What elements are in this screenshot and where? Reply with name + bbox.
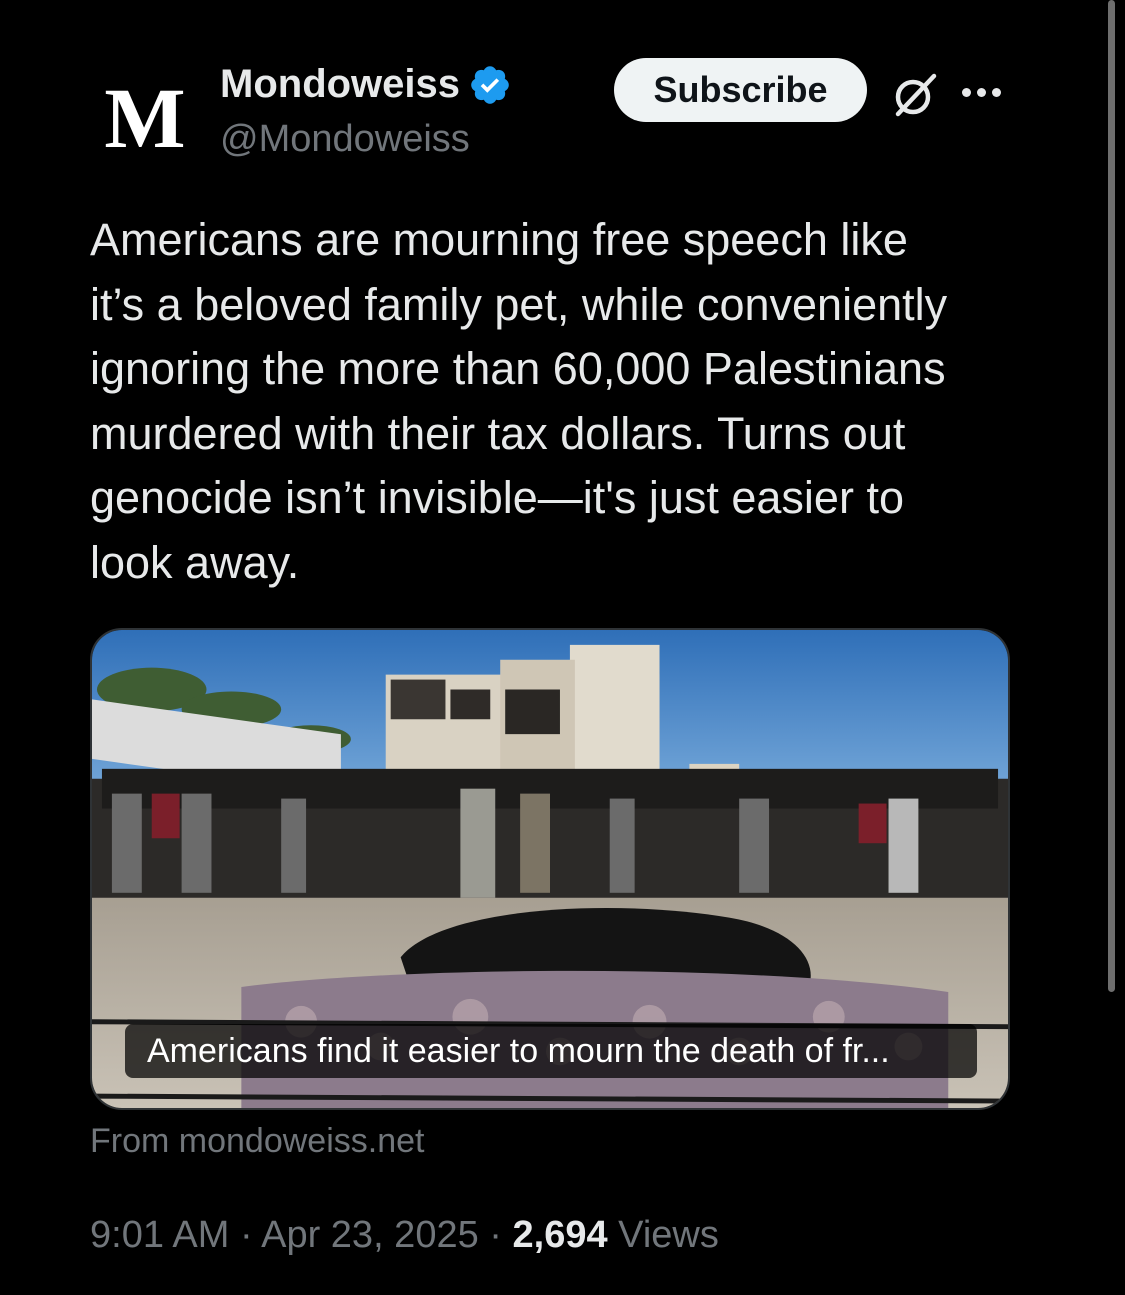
subscribe-button[interactable]: Subscribe: [614, 58, 867, 122]
card-caption: Americans find it easier to mourn the de…: [125, 1024, 977, 1078]
tweet-text: Americans are mourning free speech like …: [90, 214, 948, 588]
link-card[interactable]: Americans find it easier to mourn the de…: [90, 628, 1010, 1110]
card-source[interactable]: From mondoweiss.net: [90, 1122, 424, 1161]
more-options-icon[interactable]: [962, 84, 1010, 100]
grok-icon[interactable]: [890, 70, 940, 120]
more-dot: [992, 87, 1001, 97]
verified-badge-icon: [471, 65, 509, 104]
scrollbar[interactable]: [1108, 0, 1115, 992]
more-dot: [962, 87, 971, 97]
avatar[interactable]: M: [96, 70, 192, 166]
more-dot: [977, 87, 986, 97]
tweet-meta: 9:01 AM · Apr 23, 2025 · 2,694 Views: [90, 1214, 719, 1257]
author-name-row: Mondoweiss: [220, 62, 512, 107]
views-label: Views: [618, 1214, 719, 1256]
author-handle[interactable]: @Mondoweiss: [220, 118, 470, 161]
meta-separator: ·: [239, 1214, 253, 1256]
tweet-date[interactable]: Apr 23, 2025: [261, 1214, 479, 1256]
display-name[interactable]: Mondoweiss: [220, 62, 460, 107]
meta-separator: ·: [489, 1214, 502, 1256]
tweet-time[interactable]: 9:01 AM: [90, 1214, 229, 1256]
avatar-letter: M: [104, 70, 185, 166]
views-count: 2,694: [512, 1214, 608, 1256]
